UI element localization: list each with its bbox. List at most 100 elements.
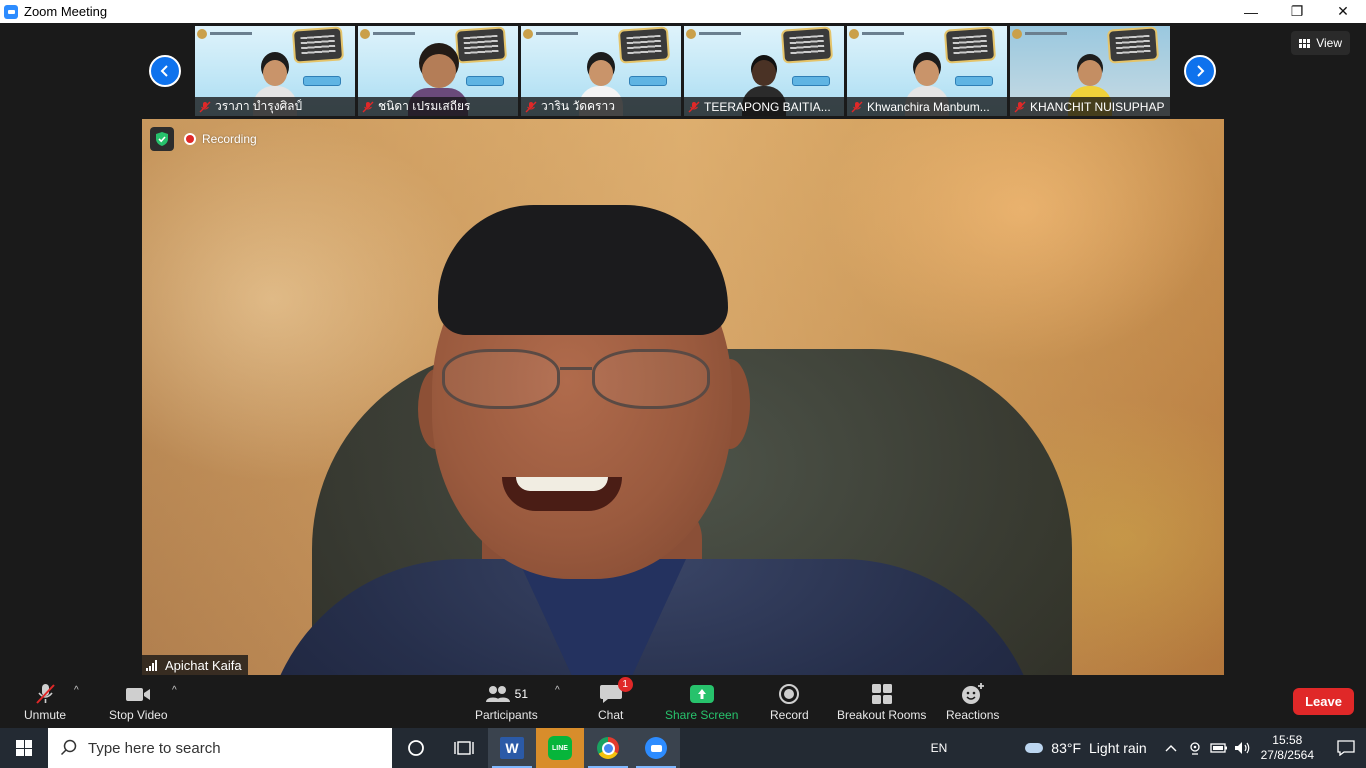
participant-name: TEERAPONG BAITIA... bbox=[704, 99, 831, 114]
chalkboard-graphic bbox=[1106, 26, 1160, 64]
leave-button[interactable]: Leave bbox=[1293, 688, 1354, 715]
webcam-icon[interactable] bbox=[1183, 728, 1207, 768]
breakout-rooms-button[interactable]: Breakout Rooms bbox=[837, 681, 926, 722]
restore-button[interactable]: ❐ bbox=[1274, 0, 1320, 23]
zoom-app-icon bbox=[4, 4, 18, 19]
active-speaker-video[interactable]: Recording Apichat Kaifa bbox=[142, 119, 1224, 675]
participant-thumbnail[interactable]: Khwanchira Manbum... bbox=[847, 26, 1007, 116]
line-taskbar-app[interactable]: LINE bbox=[536, 728, 584, 768]
view-label: View bbox=[1316, 36, 1342, 50]
chevron-up-icon[interactable] bbox=[1159, 728, 1183, 768]
participant-name: Khwanchira Manbum... bbox=[867, 99, 990, 114]
meeting-toolbar: Unmute ^ Stop Video ^ 51 Participants ^ … bbox=[0, 675, 1366, 728]
eyeglasses bbox=[442, 349, 732, 419]
online-badge bbox=[466, 76, 504, 86]
record-icon bbox=[778, 681, 800, 707]
volume-icon[interactable] bbox=[1231, 728, 1255, 768]
windows-logo-icon bbox=[16, 740, 32, 756]
participant-thumbnail[interactable]: วาริน วัดคราว bbox=[521, 26, 681, 116]
close-button[interactable]: ✕ bbox=[1320, 0, 1366, 23]
gallery-prev-button[interactable] bbox=[149, 55, 181, 87]
chat-button[interactable]: 1 Chat bbox=[598, 677, 633, 722]
word-icon: W bbox=[500, 737, 524, 759]
taskbar-clock[interactable]: 15:58 27/8/2564 bbox=[1261, 733, 1314, 763]
mic-muted-icon bbox=[362, 101, 374, 112]
participant-name: วาริน วัดคราว bbox=[541, 99, 615, 113]
chevron-right-icon bbox=[1197, 65, 1205, 77]
chrome-taskbar-app[interactable] bbox=[584, 728, 632, 768]
participants-options-caret[interactable]: ^ bbox=[555, 685, 560, 696]
recording-indicator[interactable]: Recording bbox=[184, 129, 257, 149]
line-app-icon: LINE bbox=[548, 736, 572, 760]
participant-thumbnail[interactable]: KHANCHIT NUISUPHAP bbox=[1010, 26, 1170, 116]
weather-temperature[interactable]: 83°F bbox=[1051, 740, 1081, 756]
cloud-rain-icon[interactable] bbox=[1023, 741, 1045, 755]
participant-name: ชนิดา เปรมเสถียร bbox=[378, 99, 471, 113]
notification-icon bbox=[1337, 740, 1355, 756]
chalkboard-graphic bbox=[617, 26, 671, 64]
mic-muted-icon bbox=[525, 101, 537, 112]
search-icon bbox=[60, 739, 77, 756]
online-badge bbox=[629, 76, 667, 86]
task-view-icon bbox=[454, 741, 474, 755]
participant-name: วราภา บำรุงศิลป์ bbox=[215, 99, 303, 113]
meeting-stage: วราภา บำรุงศิลป์ ชนิดา เปรมเสถียร วาริน … bbox=[0, 23, 1366, 675]
reactions-button[interactable]: Reactions bbox=[946, 681, 999, 722]
task-view-button[interactable] bbox=[440, 728, 488, 768]
taskbar-search-box[interactable]: Type here to search bbox=[48, 728, 392, 768]
minimize-button[interactable]: — bbox=[1228, 0, 1274, 23]
participant-name: KHANCHIT NUISUPHAP bbox=[1030, 99, 1165, 114]
participant-nameplate: Khwanchira Manbum... bbox=[847, 97, 1007, 116]
participant-nameplate: วราภา บำรุงศิลป์ bbox=[195, 97, 355, 116]
cortana-circle-icon bbox=[408, 740, 424, 756]
online-badge bbox=[955, 76, 993, 86]
participants-icon: 51 bbox=[485, 681, 528, 707]
search-placeholder: Type here to search bbox=[88, 739, 221, 757]
participant-thumbnail[interactable]: TEERAPONG BAITIA... bbox=[684, 26, 844, 116]
window-controls: — ❐ ✕ bbox=[1228, 0, 1366, 23]
video-options-caret[interactable]: ^ bbox=[172, 685, 177, 696]
share-screen-button[interactable]: Share Screen bbox=[665, 681, 738, 722]
chalkboard-graphic bbox=[291, 26, 345, 64]
notifications-button[interactable] bbox=[1326, 728, 1366, 768]
weather-description[interactable]: Light rain bbox=[1089, 740, 1147, 756]
webinar-logo bbox=[686, 29, 742, 39]
participant-thumbnail[interactable]: ชนิดา เปรมเสถียร bbox=[358, 26, 518, 116]
microphone-muted-icon bbox=[32, 681, 58, 707]
gallery-next-button[interactable] bbox=[1184, 55, 1216, 87]
participant-thumbnail[interactable]: วราภา บำรุงศิลป์ bbox=[195, 26, 355, 116]
system-tray: EN 83°F Light rain 15:58 27/8/2564 bbox=[931, 728, 1366, 768]
word-taskbar-app[interactable]: W bbox=[488, 728, 536, 768]
speaker-nameplate: Apichat Kaifa bbox=[142, 655, 248, 675]
grid-view-icon bbox=[1299, 38, 1311, 48]
stop-video-button[interactable]: Stop Video bbox=[109, 681, 168, 722]
security-shield-icon[interactable] bbox=[150, 127, 174, 151]
chat-bubble-icon: 1 bbox=[599, 677, 633, 707]
window-title: Zoom Meeting bbox=[24, 4, 108, 19]
participant-nameplate: ชนิดา เปรมเสถียร bbox=[358, 97, 518, 116]
record-dot-icon bbox=[184, 133, 196, 145]
participant-nameplate: วาริน วัดคราว bbox=[521, 97, 681, 116]
input-language[interactable]: EN bbox=[931, 741, 948, 755]
participant-nameplate: KHANCHIT NUISUPHAP bbox=[1010, 97, 1170, 116]
cortana-button[interactable] bbox=[392, 728, 440, 768]
webinar-logo bbox=[849, 29, 905, 39]
audio-options-caret[interactable]: ^ bbox=[74, 685, 79, 696]
chalkboard-graphic bbox=[943, 26, 997, 64]
mic-muted-icon bbox=[688, 101, 700, 112]
mic-muted-icon bbox=[199, 101, 211, 112]
smiley-plus-icon bbox=[960, 681, 986, 707]
record-button[interactable]: Record bbox=[770, 681, 809, 722]
chat-unread-badge: 1 bbox=[617, 677, 633, 692]
zoom-icon bbox=[645, 737, 667, 759]
unmute-button[interactable]: Unmute bbox=[24, 681, 66, 722]
breakout-rooms-icon bbox=[871, 681, 893, 707]
zoom-taskbar-app[interactable] bbox=[632, 728, 680, 768]
battery-icon[interactable] bbox=[1207, 728, 1231, 768]
view-button[interactable]: View bbox=[1291, 31, 1350, 55]
participants-button[interactable]: 51 Participants bbox=[475, 681, 538, 722]
start-button[interactable] bbox=[0, 728, 48, 768]
speaker-name: Apichat Kaifa bbox=[165, 657, 242, 673]
mic-muted-icon bbox=[851, 101, 863, 112]
windows-taskbar: Type here to search W LINE EN 83°F Light… bbox=[0, 728, 1366, 768]
